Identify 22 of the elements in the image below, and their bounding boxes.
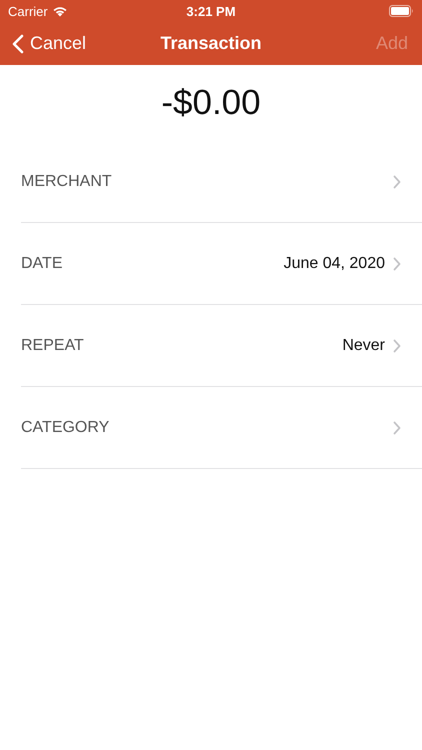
status-time: 3:21 PM: [186, 4, 236, 18]
row-label: DATE: [21, 254, 62, 272]
row-value: Never: [342, 336, 385, 354]
screen-title: Transaction: [160, 33, 262, 54]
wifi-icon: [52, 5, 68, 17]
cancel-button[interactable]: Cancel: [12, 33, 86, 54]
row-label: MERCHANT: [21, 172, 112, 190]
carrier-label: Carrier: [8, 4, 48, 18]
row-label: CATEGORY: [21, 418, 110, 436]
form-row[interactable]: MERCHANT: [21, 141, 422, 223]
form-row[interactable]: REPEAT Never: [21, 305, 422, 387]
form-row[interactable]: DATE June 04, 2020: [21, 223, 422, 305]
chevron-icon: [393, 338, 401, 352]
battery-icon: [389, 5, 414, 17]
form-row[interactable]: CATEGORY: [21, 387, 422, 469]
row-value: June 04, 2020: [284, 254, 385, 272]
back-chevron-icon: [12, 34, 24, 54]
chevron-icon: [393, 420, 401, 434]
amount-value: -$0.00: [161, 82, 261, 124]
row-label: REPEAT: [21, 336, 84, 354]
chevron-icon: [393, 174, 401, 188]
chevron-icon: [393, 256, 401, 270]
